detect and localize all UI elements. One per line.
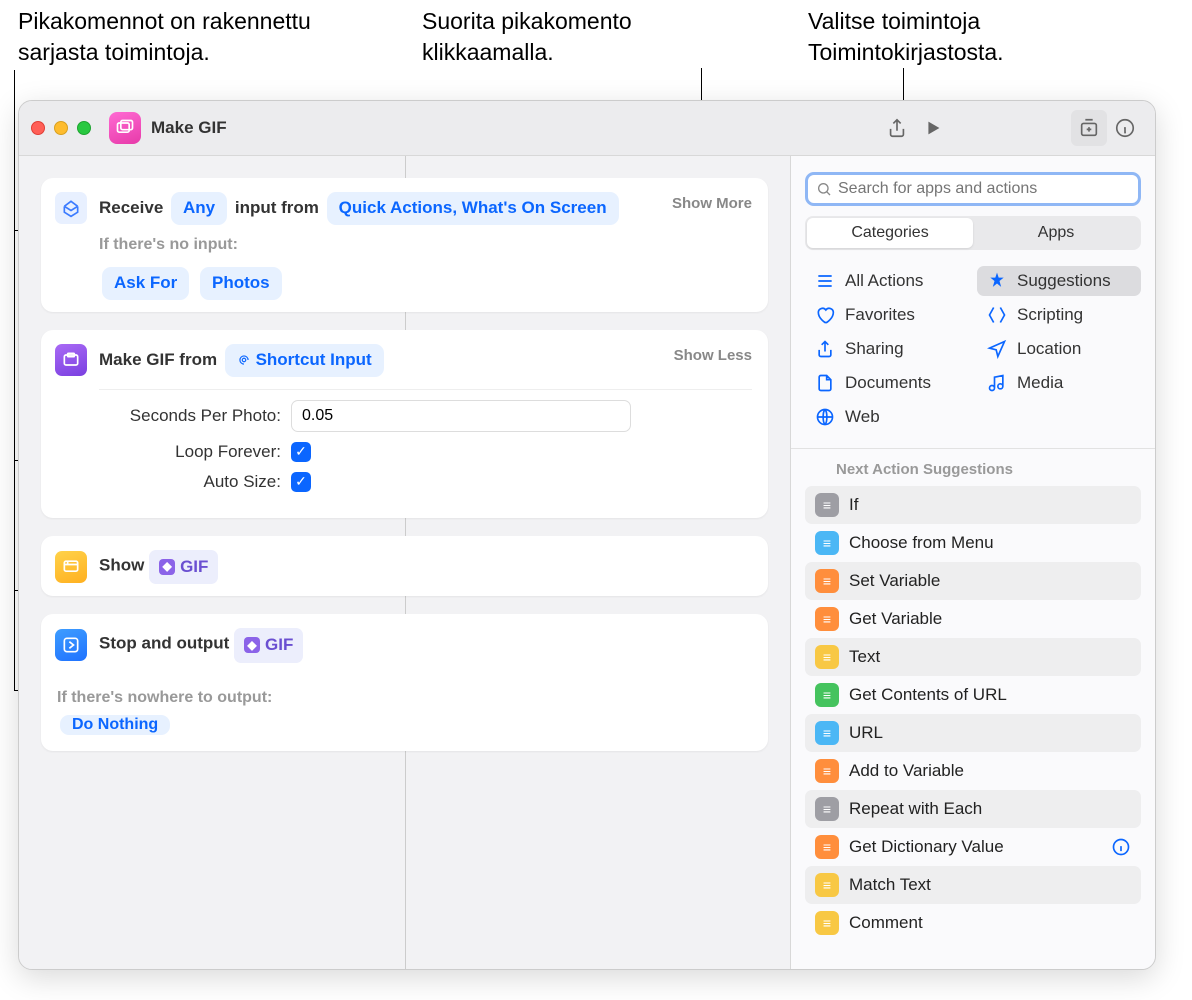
info-icon[interactable] [1111, 837, 1131, 857]
makegif-icon [55, 344, 87, 376]
sidebar-tabs: Categories Apps [805, 216, 1141, 250]
category-favorites[interactable]: Favorites [805, 300, 969, 330]
suggestions-header: Next Action Suggestions [791, 449, 1155, 486]
search-input[interactable] [838, 180, 1130, 198]
text: Receive [99, 198, 163, 217]
callout-actions: Pikakomennot on rakennettu sarjasta toim… [18, 6, 311, 68]
zoom-button[interactable] [77, 121, 91, 135]
category-scripting[interactable]: Scripting [977, 300, 1141, 330]
minimize-button[interactable] [54, 121, 68, 135]
show-more[interactable]: Show More [672, 195, 752, 212]
text: Show [99, 555, 144, 574]
info-button[interactable] [1107, 110, 1143, 146]
token-source[interactable]: Quick Actions, What's On Screen [327, 192, 619, 225]
stop-icon [55, 629, 87, 661]
window-title: Make GIF [151, 118, 227, 138]
action-icon: ≡ [815, 721, 839, 745]
suggestion-get-contents-of-url[interactable]: ≡Get Contents of URL [805, 676, 1141, 714]
action-icon: ≡ [815, 531, 839, 555]
action-icon: ≡ [815, 797, 839, 821]
shortcut-icon [109, 112, 141, 144]
action-icon: ≡ [815, 683, 839, 707]
suggestion-comment[interactable]: ≡Comment [805, 904, 1141, 942]
action-icon: ≡ [815, 873, 839, 897]
token-any[interactable]: Any [171, 192, 227, 225]
close-button[interactable] [31, 121, 45, 135]
receive-icon [55, 192, 87, 224]
suggestion-add-to-variable[interactable]: ≡Add to Variable [805, 752, 1141, 790]
action-make-gif[interactable]: Make GIF from Shortcut Input Show Less S… [41, 330, 768, 518]
tab-apps[interactable]: Apps [973, 218, 1139, 248]
suggestion-url[interactable]: ≡URL [805, 714, 1141, 752]
token-gif[interactable]: ◆GIF [234, 628, 303, 663]
suggestion-get-dictionary-value[interactable]: ≡Get Dictionary Value [805, 828, 1141, 866]
token-photos[interactable]: Photos [200, 267, 282, 300]
token-shortcut-input[interactable]: Shortcut Input [225, 344, 384, 377]
action-icon: ≡ [815, 645, 839, 669]
suggestions-list: ≡If≡Choose from Menu≡Set Variable≡Get Va… [791, 486, 1155, 956]
action-receive[interactable]: Receive Any input from Quick Actions, Wh… [41, 178, 768, 312]
category-all-actions[interactable]: All Actions [805, 266, 969, 296]
editor-area: Receive Any input from Quick Actions, Wh… [19, 156, 790, 969]
action-icon: ≡ [815, 911, 839, 935]
suggestion-set-variable[interactable]: ≡Set Variable [805, 562, 1141, 600]
category-web[interactable]: Web [805, 402, 969, 432]
category-documents[interactable]: Documents [805, 368, 969, 398]
show-icon [55, 551, 87, 583]
loop-label: Loop Forever: [101, 442, 291, 462]
suggestion-if[interactable]: ≡If [805, 486, 1141, 524]
library-button[interactable] [1071, 110, 1107, 146]
loop-checkbox[interactable]: ✓ [291, 442, 311, 462]
action-stop[interactable]: Stop and output ◆GIF If there's nowhere … [41, 614, 768, 751]
tab-categories[interactable]: Categories [807, 218, 973, 248]
search-field[interactable] [805, 172, 1141, 206]
action-icon: ≡ [815, 835, 839, 859]
suggestion-repeat-with-each[interactable]: ≡Repeat with Each [805, 790, 1141, 828]
suggestion-choose-from-menu[interactable]: ≡Choose from Menu [805, 524, 1141, 562]
token-ask-for[interactable]: Ask For [102, 267, 189, 300]
callout-library: Valitse toimintoja Toimintokirjastosta. [808, 6, 1004, 68]
action-icon: ≡ [815, 607, 839, 631]
category-location[interactable]: Location [977, 334, 1141, 364]
nowhere-label: If there's nowhere to output: [57, 689, 752, 707]
action-icon: ≡ [815, 759, 839, 783]
share-button[interactable] [879, 110, 915, 146]
autosize-label: Auto Size: [101, 472, 291, 492]
category-suggestions[interactable]: Suggestions [977, 266, 1141, 296]
text: Stop and output [99, 634, 229, 653]
callout-run: Suorita pikakomento klikkaamalla. [422, 6, 632, 68]
seconds-label: Seconds Per Photo: [101, 406, 291, 426]
show-less[interactable]: Show Less [674, 347, 752, 364]
seconds-input[interactable] [291, 400, 631, 432]
text: Make GIF from [99, 350, 217, 369]
traffic-lights [31, 121, 91, 135]
action-icon: ≡ [815, 569, 839, 593]
suggestion-get-variable[interactable]: ≡Get Variable [805, 600, 1141, 638]
token-do-nothing[interactable]: Do Nothing [60, 715, 170, 735]
titlebar: Make GIF [19, 101, 1155, 156]
token-gif[interactable]: ◆GIF [149, 550, 218, 585]
callout-bracket [14, 70, 15, 690]
suggestion-text[interactable]: ≡Text [805, 638, 1141, 676]
action-icon: ≡ [815, 493, 839, 517]
category-sharing[interactable]: Sharing [805, 334, 969, 364]
no-input-label: If there's no input: [99, 231, 664, 260]
categories-grid: All Actions Suggestions Favorites Scripting… [791, 250, 1155, 448]
action-show[interactable]: Show ◆GIF [41, 536, 768, 597]
category-media[interactable]: Media [977, 368, 1141, 398]
autosize-checkbox[interactable]: ✓ [291, 472, 311, 492]
suggestion-match-text[interactable]: ≡Match Text [805, 866, 1141, 904]
library-sidebar: Categories Apps All Actions Suggestions Fa… [790, 156, 1155, 969]
shortcuts-window: Make GIF Receive [18, 100, 1156, 970]
search-icon [816, 181, 832, 197]
run-button[interactable] [915, 110, 951, 146]
text: input from [235, 198, 319, 217]
